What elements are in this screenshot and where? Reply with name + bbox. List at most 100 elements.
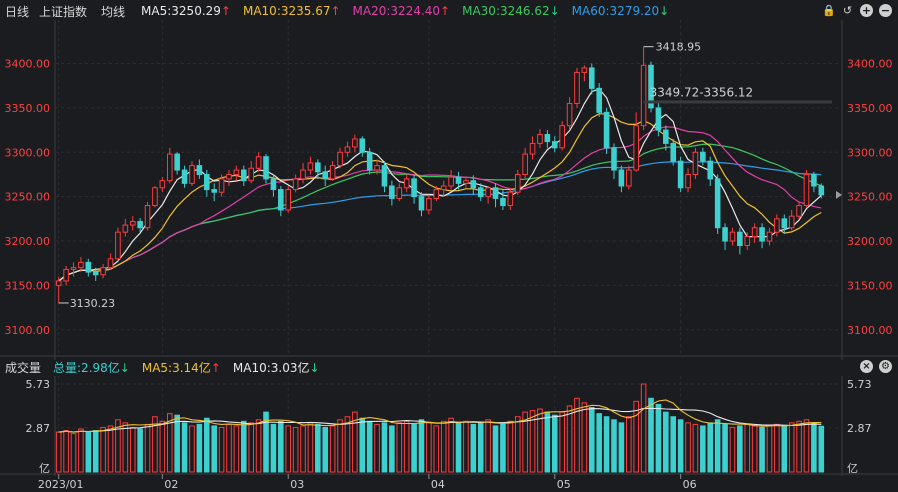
candle (455, 176, 462, 184)
candle (389, 185, 395, 199)
candle (329, 165, 336, 180)
settings-icon[interactable]: ⚙ (879, 360, 892, 373)
volume-bar (507, 420, 514, 473)
zoom-out-icon[interactable]: − (879, 4, 892, 17)
candle (203, 173, 210, 191)
candle (818, 185, 825, 196)
volume-bar (722, 423, 728, 473)
volume-bar (85, 431, 92, 473)
volume-bar (692, 423, 699, 473)
volume-bar (648, 397, 654, 473)
candle (685, 173, 691, 189)
candle (100, 267, 106, 276)
candle (774, 218, 780, 233)
candle (618, 169, 625, 187)
price-tick-label: 3200.00 (5, 235, 51, 248)
volume-bar (270, 423, 277, 473)
volume-bar (544, 411, 551, 473)
volume-bar (500, 423, 506, 473)
period-selector[interactable]: 日线 (5, 3, 29, 20)
candle (122, 224, 129, 233)
volume-bar (389, 425, 395, 473)
volume-title: 成交量 (5, 360, 42, 375)
volume-bar (677, 419, 684, 473)
candle (492, 187, 499, 199)
price-tick-label: 3300.00 (5, 146, 51, 159)
volume-bar (751, 425, 758, 473)
volume-bar (611, 419, 617, 473)
volume-bar (714, 419, 721, 473)
candle (426, 197, 432, 211)
volume-bar (70, 433, 77, 473)
high-label: 3418.95 (656, 41, 702, 54)
candle (285, 189, 292, 211)
candle (211, 189, 217, 193)
volume-bar (470, 423, 477, 473)
volume-bar (78, 428, 84, 473)
volume-bar (211, 425, 217, 473)
volume-bar (248, 422, 254, 473)
range-band (643, 100, 832, 104)
candle (640, 64, 647, 127)
candle (78, 261, 84, 269)
volume-bar (448, 417, 454, 473)
zoom-in-icon[interactable]: + (860, 4, 873, 17)
volume-bar (685, 422, 691, 473)
candle (152, 187, 158, 207)
volume-chart[interactable]: 5.73 5.73 2.87 2.87 亿 亿 2023/01 02 03 04 05 06 (0, 376, 898, 492)
volume-bar (337, 419, 343, 473)
index-name: 上证指数 (39, 4, 88, 19)
volume-bar (551, 414, 558, 473)
volume-bar (226, 423, 232, 473)
candle (574, 71, 580, 104)
volume-bar (241, 420, 247, 473)
candle (766, 231, 773, 242)
lock-icon[interactable]: 🔒 (822, 4, 836, 17)
volume-bar (159, 420, 166, 473)
candle (722, 227, 728, 242)
candle (581, 67, 588, 73)
volume-bar (203, 417, 210, 473)
candle (396, 187, 403, 199)
candle (788, 215, 795, 229)
chart-header: 日线 上证指数 均线 MA5:3250.29↑ MA10:3235.67↑ MA20… (0, 0, 898, 22)
candle (448, 176, 454, 187)
volume-bar (63, 430, 69, 473)
undo-icon[interactable]: ↺ (841, 4, 854, 17)
candle (759, 227, 765, 242)
candle (507, 191, 514, 207)
volume-bar (633, 400, 639, 473)
candle (418, 196, 425, 211)
price-tick-label: 3150.00 (847, 279, 893, 292)
volume-bar (366, 420, 373, 473)
close-icon[interactable]: × (860, 360, 873, 373)
volume-tick-label: 2.87 (26, 422, 51, 435)
volume-bar (181, 422, 188, 473)
price-tick-label: 3150.00 (5, 279, 51, 292)
volume-bar (781, 425, 788, 473)
candle (596, 87, 602, 113)
volume-bar (463, 420, 469, 473)
volume-bar (803, 419, 810, 473)
volume-bar (307, 422, 314, 473)
volume-bar (233, 425, 240, 473)
volume-bar (285, 425, 292, 473)
candle (352, 138, 358, 148)
price-chart[interactable]: 3400.00 3400.00 3350.00 3350.00 3300.00 3300.… (0, 20, 898, 376)
candle (189, 165, 195, 184)
volume-bar (737, 425, 743, 473)
volume-tick-label: 亿 (847, 462, 858, 475)
volume-bar (663, 411, 669, 473)
candle (359, 138, 366, 153)
volume-bar (655, 403, 662, 473)
candle (322, 171, 329, 180)
indicator-label[interactable]: 均线 (101, 3, 125, 20)
volume-tick-label: 5.73 (847, 378, 872, 391)
header-tools: 🔒 ↺ + − (822, 4, 892, 17)
volume-bar (581, 402, 588, 473)
x-tick-label: 04 (431, 478, 445, 491)
candle (241, 169, 247, 182)
price-tick-label: 3250.00 (5, 191, 51, 204)
candle (433, 189, 440, 199)
volume-bar (196, 423, 203, 473)
